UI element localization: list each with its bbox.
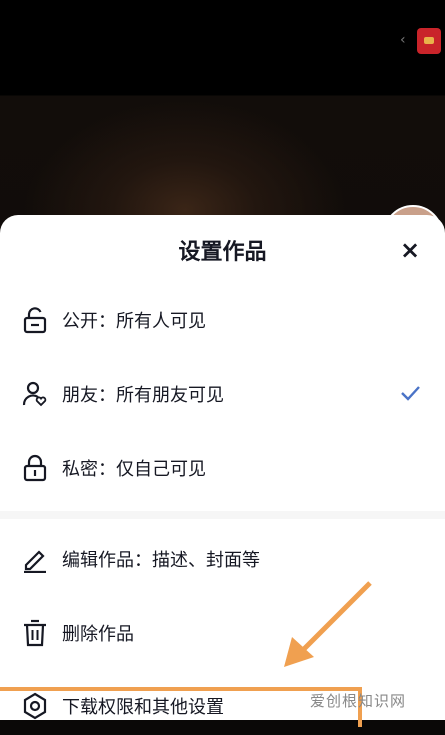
watermark: 爱创根知识网: [310, 692, 407, 710]
unlock-icon: [22, 306, 48, 334]
lock-icon: [22, 454, 48, 482]
close-button[interactable]: ×: [396, 235, 424, 265]
chevron-left-icon[interactable]: ‹: [400, 32, 406, 48]
visibility-option-public[interactable]: 公开：所有人可见: [0, 293, 445, 349]
sheet-title: 设置作品: [178, 240, 267, 265]
annotation-arrow-icon: [284, 581, 372, 667]
visibility-option-friends[interactable]: 朋友：所有朋友可见: [0, 367, 445, 423]
friends-icon: [22, 380, 48, 408]
visibility-option-label: 私密：仅自己可见: [62, 459, 206, 480]
edit-icon: [22, 545, 48, 574]
visibility-option-label: 朋友：所有朋友可见: [62, 385, 224, 406]
section-divider: [0, 511, 445, 519]
trash-icon: [22, 619, 48, 647]
red-envelope-icon[interactable]: [417, 28, 441, 54]
edit-work-label: 编辑作品：描述、封面等: [62, 550, 260, 571]
visibility-option-private[interactable]: 私密：仅自己可见: [0, 441, 445, 497]
checkmark-icon: [398, 381, 422, 405]
visibility-option-label: 公开：所有人可见: [62, 311, 206, 332]
highlight-box: [0, 687, 362, 727]
delete-work-label: 删除作品: [62, 624, 134, 645]
